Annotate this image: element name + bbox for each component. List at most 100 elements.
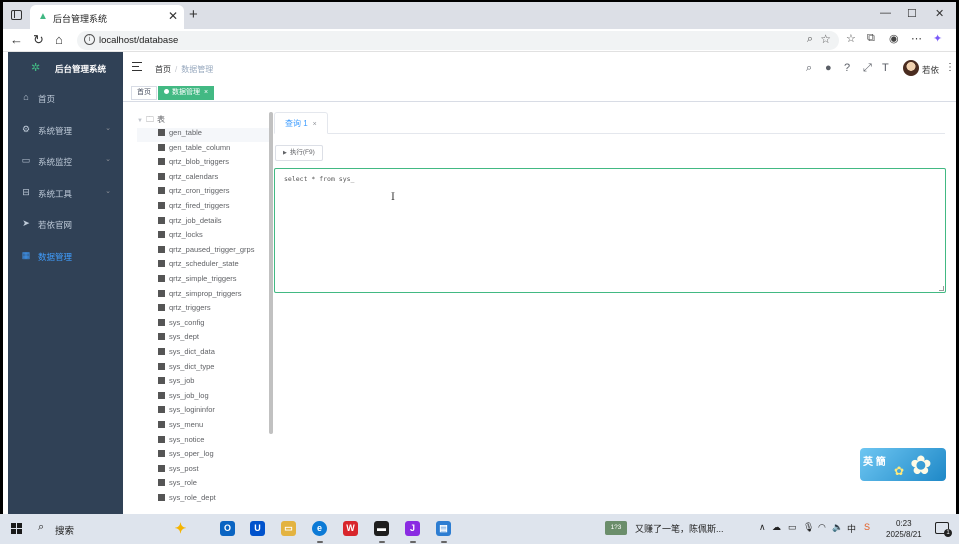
tree-item[interactable]: qrtz_simprop_triggers <box>158 289 242 303</box>
sparkle-icon[interactable]: ✦ <box>173 521 188 536</box>
new-tab-button[interactable]: + <box>189 6 198 23</box>
close-window-button[interactable]: ✕ <box>935 7 944 20</box>
sidebar-item-2[interactable]: ▭ 系统监控 ⌄ <box>8 145 123 177</box>
outlook-icon[interactable]: O <box>220 521 235 536</box>
expand-caret-icon[interactable]: ▼ <box>137 118 143 124</box>
sql-text[interactable]: select * from sys_ <box>284 175 354 183</box>
sidebar-item-5[interactable]: ▦ 数据管理 <box>8 240 123 272</box>
tree-item[interactable]: sys_oper_log <box>158 449 214 463</box>
site-info-icon[interactable]: i <box>84 34 95 45</box>
close-tag-icon[interactable]: × <box>204 89 208 96</box>
tree-item[interactable]: qrtz_simple_triggers <box>158 274 237 288</box>
clock-time[interactable]: 0:23 <box>896 519 912 528</box>
tab-query-1[interactable]: 查询 1 × <box>274 112 328 134</box>
tree-item[interactable]: sys_config <box>158 318 204 332</box>
resize-grip-icon[interactable] <box>939 286 944 291</box>
minimize-button[interactable]: — <box>880 7 891 19</box>
news-headline[interactable]: 又赚了一笔，陈佩斯... <box>635 522 724 535</box>
back-icon[interactable]: ← <box>10 32 23 47</box>
sql-editor[interactable]: select * from sys_ <box>274 168 946 293</box>
sidebar-item-0[interactable]: ⌂ 首页 <box>8 82 123 114</box>
collections-icon[interactable]: ⧉ <box>867 32 875 45</box>
address-bar[interactable]: i localhost/database ⌕ ☆ <box>77 31 839 50</box>
browser-tab[interactable]: ▲ 后台管理系统 ✕ <box>30 5 184 29</box>
close-tab-icon[interactable]: ✕ <box>168 9 178 23</box>
maximize-button[interactable]: ☐ <box>907 7 917 20</box>
tree-item[interactable]: sys_logininfor <box>158 405 215 419</box>
settings-menu-icon[interactable]: ⋮ <box>945 62 955 73</box>
tab-actions-icon[interactable] <box>11 10 22 20</box>
tree-item[interactable]: qrtz_calendars <box>158 172 218 186</box>
run-button[interactable]: ▶ 执行(F9) <box>275 145 323 161</box>
notification-icon[interactable]: 1 <box>935 522 952 537</box>
tree-item[interactable]: gen_table_column <box>158 143 230 157</box>
home-icon[interactable]: ⌂ <box>55 32 63 47</box>
tree-root[interactable]: ▼ 🗀 表 <box>137 114 165 126</box>
favorites-icon[interactable]: ☆ <box>846 32 856 45</box>
sidebar-logo[interactable]: ✲ 后台管理系统 <box>8 52 123 84</box>
close-query-tab-icon[interactable]: × <box>313 121 317 128</box>
chevron-up-icon[interactable]: ∧ <box>759 522 766 533</box>
more-menu-icon[interactable]: ⋯ <box>911 32 922 45</box>
favorite-star-icon[interactable]: ☆ <box>820 32 831 46</box>
fullscreen-icon[interactable]: ⤢ <box>863 62 872 75</box>
zoom-icon[interactable]: ⌕ <box>807 33 813 46</box>
file-explorer-icon[interactable]: ▭ <box>281 521 296 536</box>
wps-icon[interactable]: W <box>343 521 358 536</box>
tree-item[interactable]: qrtz_job_details <box>158 216 222 230</box>
microphone-icon[interactable]: 🎙 <box>803 522 814 533</box>
tree-item[interactable]: sys_dict_data <box>158 347 215 361</box>
tree-item[interactable]: sys_notice <box>158 435 204 449</box>
sidebar-item-1[interactable]: ⚙ 系统管理 ⌄ <box>8 114 123 146</box>
breadcrumb-home[interactable]: 首页 <box>155 65 171 74</box>
url-text[interactable]: localhost/database <box>99 35 178 46</box>
sogou-icon[interactable]: S <box>864 522 870 532</box>
battery-icon[interactable]: ▭ <box>788 522 797 533</box>
taskbar-search-icon[interactable]: ⌕ <box>38 521 44 534</box>
app-window-icon[interactable]: ▤ <box>436 521 451 536</box>
edge-icon[interactable]: e <box>312 521 327 536</box>
refresh-icon[interactable]: ↻ <box>33 32 44 48</box>
tree-item[interactable]: sys_post <box>158 464 199 478</box>
tree-item[interactable]: qrtz_fired_triggers <box>158 201 229 215</box>
tree-item[interactable]: sys_job <box>158 376 194 390</box>
terminal-icon[interactable]: ▬ <box>374 521 389 536</box>
user-name[interactable]: 若依 <box>922 64 939 76</box>
windows-start-icon[interactable] <box>11 523 22 534</box>
profile-icon[interactable]: ◉ <box>889 32 899 45</box>
sidebar-item-4[interactable]: ➤ 若依官网 <box>8 208 123 240</box>
tree-item[interactable]: qrtz_paused_trigger_grps <box>158 245 254 259</box>
tree-item[interactable]: sys_job_log <box>158 391 209 405</box>
tree-item[interactable]: qrtz_locks <box>158 230 203 244</box>
shield-app-icon[interactable]: U <box>250 521 265 536</box>
tag-home[interactable]: 首页 <box>131 86 157 100</box>
help-icon[interactable]: ? <box>844 62 850 74</box>
ide-icon[interactable]: J <box>405 521 420 536</box>
tree-item[interactable]: sys_menu <box>158 420 203 434</box>
ime-widget[interactable]: 英 簡 ✿ ✿ <box>860 448 946 481</box>
taskbar-search-label[interactable]: 搜索 <box>55 523 74 537</box>
font-size-icon[interactable]: T <box>882 62 889 74</box>
ime-icon[interactable]: 中 <box>847 522 856 535</box>
tree-scrollbar[interactable] <box>269 112 273 434</box>
tag-data-management[interactable]: 数据管理 × <box>158 86 215 100</box>
tree-item[interactable]: qrtz_blob_triggers <box>158 157 229 171</box>
news-badge[interactable]: 1?3 <box>605 521 627 535</box>
tree-item[interactable]: sys_role <box>158 478 197 492</box>
avatar[interactable] <box>903 60 919 76</box>
tree-item[interactable]: sys_role_dept <box>158 493 216 502</box>
tree-item[interactable]: sys_dict_type <box>158 362 214 376</box>
tree-item[interactable]: qrtz_cron_triggers <box>158 186 229 200</box>
sidebar-item-3[interactable]: ⊟ 系统工具 ⌄ <box>8 177 123 209</box>
search-icon[interactable]: ⌕ <box>806 62 812 75</box>
wifi-icon[interactable]: ◠ <box>818 522 826 533</box>
github-icon[interactable]: ● <box>825 62 832 74</box>
tree-item[interactable]: qrtz_triggers <box>158 303 211 317</box>
volume-icon[interactable]: 🔈 <box>832 522 843 533</box>
tree-item[interactable]: sys_dept <box>158 332 199 346</box>
copilot-icon[interactable]: ✦ <box>933 32 942 45</box>
cloud-icon[interactable]: ☁ <box>772 522 781 533</box>
tree-item[interactable]: gen_table <box>137 128 269 142</box>
hamburger-icon[interactable] <box>132 62 142 71</box>
tree-item[interactable]: qrtz_scheduler_state <box>158 259 239 273</box>
